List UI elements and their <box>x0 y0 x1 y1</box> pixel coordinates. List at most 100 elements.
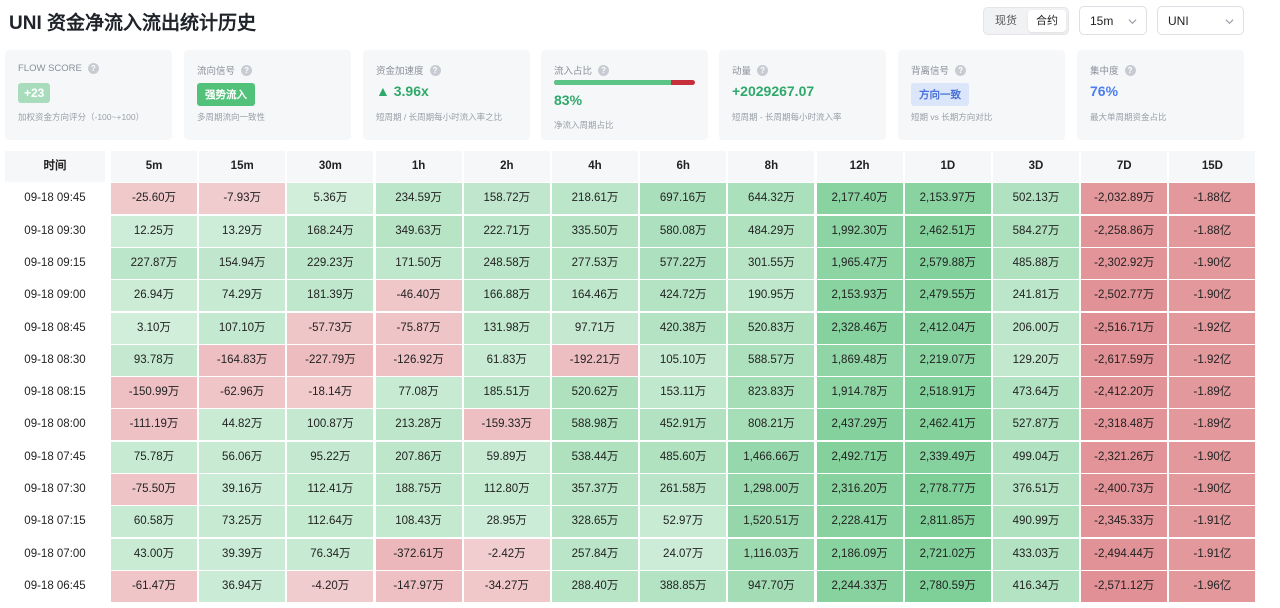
flow-cell-6h: 388.85万 <box>640 570 727 602</box>
header: UNI 资金净流入流出统计历史 现货 合约 15m UNI <box>0 0 1280 44</box>
flow-cell-6h: 577.22万 <box>640 247 727 279</box>
flow-cell-1d: 2,412.04万 <box>904 312 991 344</box>
table-row: 09-18 09:30 12.25万 13.29万 168.24万 349.63万 222… <box>5 215 1256 248</box>
flow-cell-6h: 485.60万 <box>640 441 727 473</box>
flow-cell-5m: 227.87万 <box>111 247 197 279</box>
card-label: 集中度 <box>1090 66 1119 77</box>
flow-cell-6h: 580.08万 <box>640 215 727 247</box>
flow-cell-4h: 328.65万 <box>552 506 638 538</box>
flow-cell-2h: 248.58万 <box>463 247 550 279</box>
flow-cell-7d: -2,400.73万 <box>1081 474 1168 505</box>
flow-cell-30m: 95.22万 <box>287 441 374 473</box>
flow-cell-7d: -2,494.44万 <box>1081 538 1168 570</box>
table-row: 09-18 09:45 -25.60万 -7.93万 5.36万 234.59万 158.… <box>5 183 1256 215</box>
flow-cell-1d: 2,479.55万 <box>904 280 991 312</box>
flow-cell-15m: 13.29万 <box>199 215 286 247</box>
help-icon[interactable]: ? <box>1124 64 1136 76</box>
help-icon[interactable]: ? <box>598 64 610 76</box>
flow-cell-5m: 93.78万 <box>111 344 197 376</box>
flow-cell-12h: 2,316.20万 <box>816 474 903 505</box>
card-flow-score: FLOW SCORE? +23 加权资金方向评分（-100~+100） <box>5 50 172 140</box>
flow-cell-2h: 61.83万 <box>463 344 550 376</box>
flow-cell-30m: 112.64万 <box>287 506 374 538</box>
table-row: 09-18 07:00 43.00万 39.39万 76.34万 -372.61万 -2.… <box>5 538 1256 571</box>
divergence-badge: 方向一致 <box>911 83 969 106</box>
flow-cell-7d: -2,412.20万 <box>1081 377 1168 409</box>
flow-cell-5m: 12.25万 <box>111 215 197 247</box>
row-time: 09-18 08:30 <box>24 353 86 366</box>
column-header-15d: 15D <box>1169 151 1256 182</box>
row-time: 09-18 08:15 <box>24 386 86 399</box>
acceleration-value: 3.96x <box>393 83 429 99</box>
flow-cell-12h: 2,492.71万 <box>816 441 903 473</box>
flow-cell-2h: 28.95万 <box>463 506 550 538</box>
column-header-5m: 5m <box>111 151 197 182</box>
flow-cell-3d: 241.81万 <box>993 280 1079 312</box>
row-time: 09-18 07:15 <box>24 515 86 528</box>
interval-select[interactable]: 15m <box>1079 6 1147 35</box>
flow-cell-7d: -2,318.48万 <box>1081 409 1168 441</box>
card-label: 动量 <box>732 66 752 77</box>
flow-cell-12h: 2,228.41万 <box>816 506 903 538</box>
flow-cell-2h: 185.51万 <box>463 377 550 409</box>
flow-cell-30m: 181.39万 <box>287 280 374 312</box>
flow-cell-15m: 74.29万 <box>199 280 286 312</box>
interval-value: 15m <box>1090 14 1114 28</box>
flow-cell-2h: 112.80万 <box>463 474 550 505</box>
card-sub: 净流入周期占比 <box>554 120 614 130</box>
flow-cell-5m: 43.00万 <box>111 538 197 570</box>
flow-cell-3d: 584.27万 <box>993 215 1079 247</box>
flow-cell-8h: 190.95万 <box>728 280 815 312</box>
flow-cell-8h: 1,298.00万 <box>728 474 815 505</box>
flow-cell-4h: 520.62万 <box>552 377 638 409</box>
flow-cell-15m: -164.83万 <box>199 344 286 376</box>
flow-cell-3d: 416.34万 <box>993 570 1079 602</box>
flow-cell-12h: 2,328.46万 <box>816 312 903 344</box>
flow-cell-2h: -159.33万 <box>463 409 550 441</box>
flow-score-value: +23 <box>18 83 51 103</box>
tab-futures[interactable]: 合约 <box>1028 10 1066 32</box>
flow-cell-6h: 52.97万 <box>640 506 727 538</box>
column-header-30m: 30m <box>287 151 374 182</box>
flow-cell-8h: 520.83万 <box>728 312 815 344</box>
help-icon[interactable]: ? <box>429 64 441 76</box>
row-time: 09-18 07:00 <box>24 547 86 560</box>
row-time: 09-18 09:15 <box>24 256 86 269</box>
flow-cell-6h: 420.38万 <box>640 312 727 344</box>
flow-cell-4h: 538.44万 <box>552 441 638 473</box>
flow-cell-7d: -2,345.33万 <box>1081 506 1168 538</box>
flow-cell-7d: -2,032.89万 <box>1081 183 1168 215</box>
help-icon[interactable]: ? <box>955 64 967 76</box>
flow-cell-5m: -25.60万 <box>111 183 197 215</box>
chevron-down-icon <box>1128 19 1137 25</box>
flow-cell-8h: 1,116.03万 <box>728 538 815 570</box>
help-icon[interactable]: ? <box>241 64 253 76</box>
flow-cell-3d: 527.87万 <box>993 409 1079 441</box>
flow-cell-6h: 105.10万 <box>640 344 727 376</box>
flow-cell-3d: 433.03万 <box>993 538 1079 570</box>
tab-spot[interactable]: 现货 <box>987 10 1025 32</box>
flow-cell-12h: 2,437.29万 <box>816 409 903 441</box>
flow-cell-15d: -1.89亿 <box>1169 377 1256 409</box>
card-momentum: 动量? +2029267.07 短周期 - 长周期每小时流入率 <box>719 50 886 140</box>
flow-cell-12h: 1,869.48万 <box>816 344 903 376</box>
card-sub: 短期 vs 长期方向对比 <box>911 112 993 122</box>
column-header-time: 时间 <box>5 151 105 182</box>
flow-cell-15d: -1.91亿 <box>1169 506 1256 538</box>
card-sub: 最大单周期资金占比 <box>1090 112 1167 122</box>
column-header-15m: 15m <box>199 151 286 182</box>
symbol-value: UNI <box>1168 14 1189 28</box>
symbol-select[interactable]: UNI <box>1157 6 1244 35</box>
card-label: 流入占比 <box>554 66 593 77</box>
flow-cell-6h: 452.91万 <box>640 409 727 441</box>
table-row: 09-18 09:00 26.94万 74.29万 181.39万 -46.40万 166… <box>5 280 1256 312</box>
card-sub: 多周期流向一致性 <box>197 112 266 122</box>
column-header-6h: 6h <box>640 151 727 182</box>
help-icon[interactable]: ? <box>87 63 99 74</box>
chevron-down-icon <box>1225 19 1234 25</box>
flow-cell-4h: 277.53万 <box>552 247 638 279</box>
help-icon[interactable]: ? <box>757 64 769 76</box>
flow-cell-15d: -1.88亿 <box>1169 215 1256 247</box>
flow-cell-15d: -1.90亿 <box>1169 441 1256 473</box>
flow-cell-30m: -227.79万 <box>287 344 374 376</box>
